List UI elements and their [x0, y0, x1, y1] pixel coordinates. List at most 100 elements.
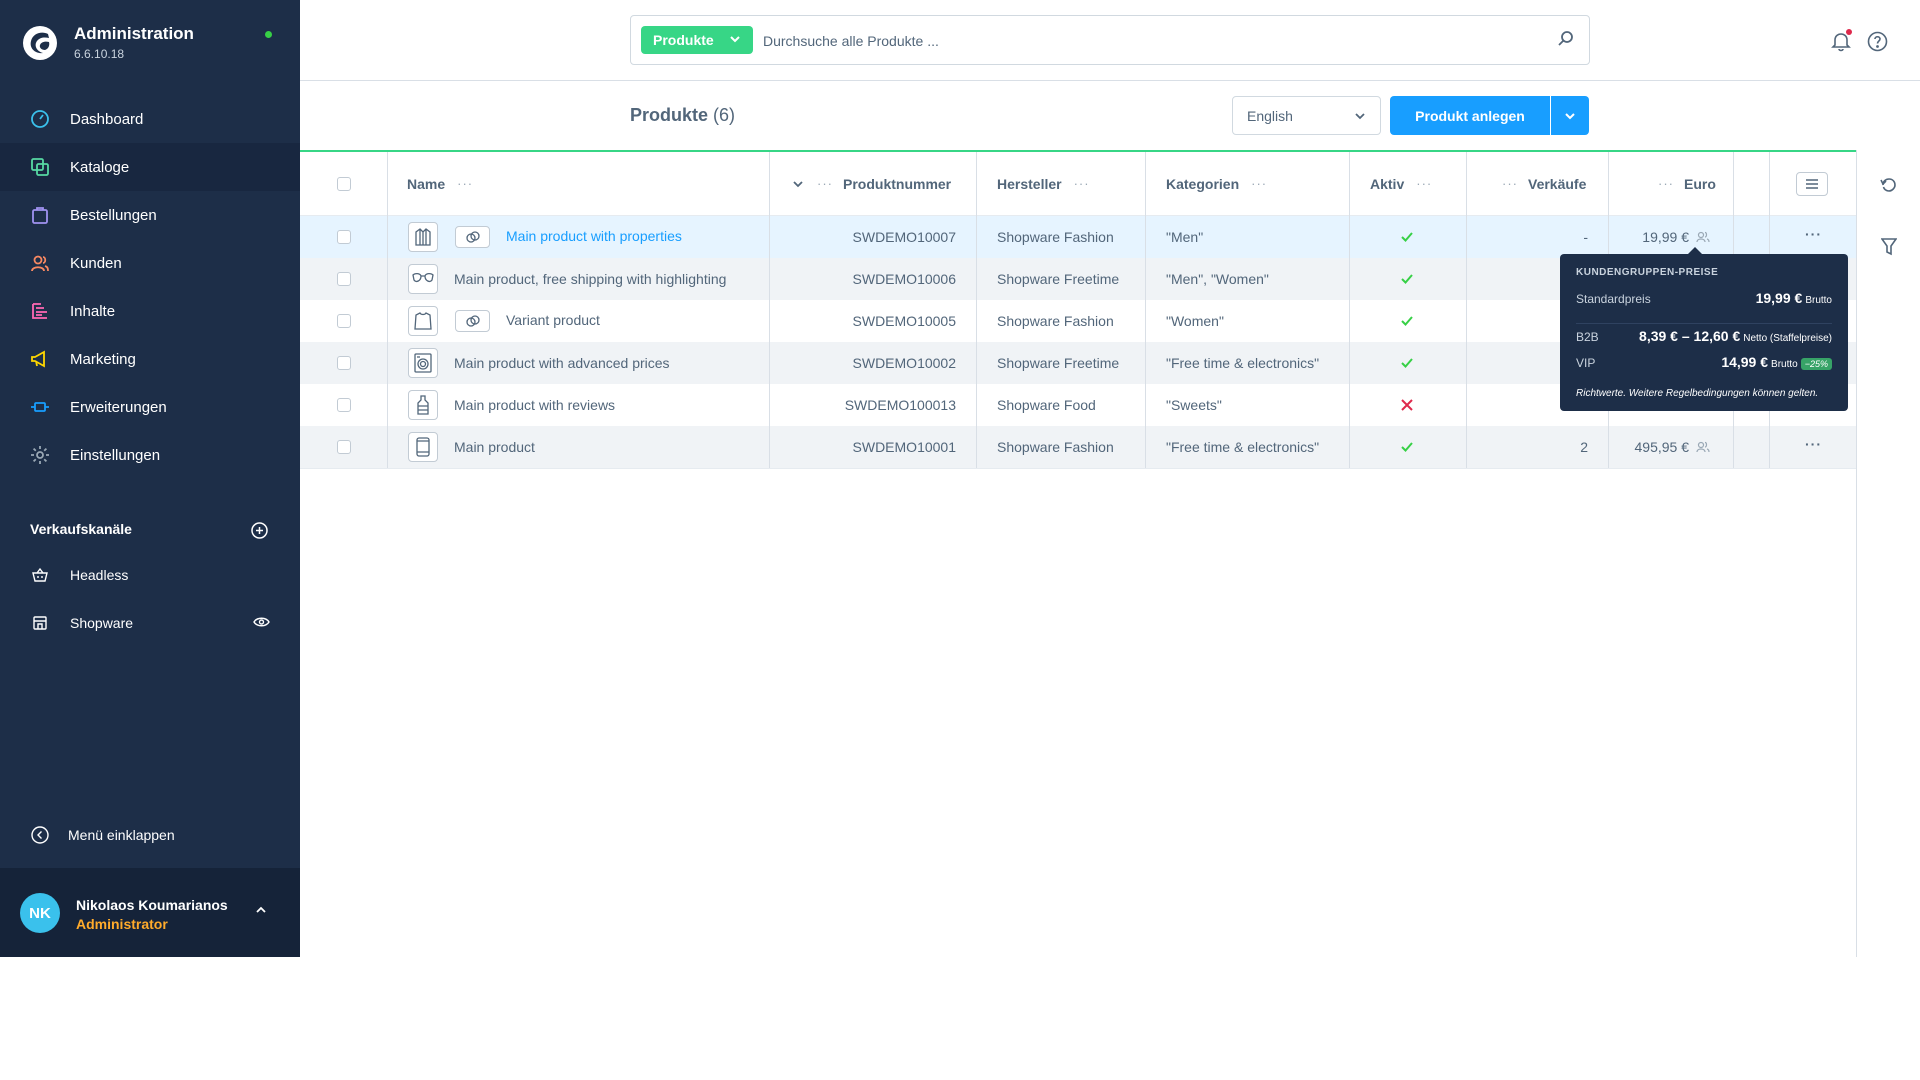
column-header-sales[interactable]: ··· Verkäufe — [1502, 152, 1586, 215]
refresh-icon[interactable] — [1880, 176, 1898, 194]
row-checkbox[interactable] — [337, 230, 351, 244]
admin-app: Administration 6.6.10.18 Dashboard Katal… — [0, 0, 1920, 957]
vip-suffix: Brutto — [1771, 359, 1798, 370]
column-divider — [1466, 152, 1467, 468]
sidebar-item-catalogs[interactable]: Kataloge — [0, 143, 300, 191]
product-name[interactable]: Variant product — [506, 312, 600, 328]
chevron-down-icon — [1565, 112, 1575, 119]
column-header-categories[interactable]: Kategorien ··· — [1166, 152, 1267, 215]
washer-icon[interactable] — [408, 348, 438, 378]
chevron-up-icon[interactable] — [255, 906, 267, 914]
create-product-button[interactable]: Produkt anlegen — [1390, 96, 1550, 135]
product-number: SWDEMO100013 — [844, 397, 956, 413]
sidebar-item-marketing[interactable]: Marketing — [0, 335, 300, 383]
table-bottom-divider — [300, 468, 1856, 469]
column-menu-icon[interactable]: ··· — [1658, 176, 1674, 191]
collapse-menu-button[interactable]: Menü einklappen — [30, 825, 175, 845]
categories: "Sweets" — [1166, 397, 1222, 413]
page-title: Produkte (6) — [630, 105, 735, 126]
column-menu-icon[interactable]: ··· — [1416, 176, 1432, 191]
storefront-icon — [30, 613, 50, 633]
user-profile[interactable]: NK Nikolaos Koumarianos Administrator — [0, 868, 300, 957]
phone-icon[interactable] — [408, 432, 438, 462]
column-menu-icon[interactable]: ··· — [817, 176, 833, 191]
product-name[interactable]: Main product — [454, 439, 535, 455]
row-checkbox[interactable] — [337, 356, 351, 370]
column-header-price[interactable]: ··· Euro — [1658, 152, 1716, 215]
sidebar-item-orders[interactable]: Bestellungen — [0, 191, 300, 239]
sales-channel-headless[interactable]: Headless — [0, 555, 300, 595]
column-header-label: Hersteller — [997, 175, 1062, 192]
categories: "Men" — [1166, 229, 1204, 245]
row-actions-button[interactable]: ··· — [1805, 226, 1822, 242]
check-icon — [1401, 442, 1413, 452]
row-checkbox[interactable] — [337, 314, 351, 328]
column-menu-icon[interactable]: ··· — [1502, 176, 1518, 191]
price: 495,95 € — [1634, 439, 1690, 455]
settings-icon — [30, 445, 50, 465]
sunglasses-icon[interactable] — [408, 264, 438, 294]
jacket-icon[interactable] — [408, 222, 438, 252]
sidebar-item-customers[interactable]: Kunden — [0, 239, 300, 287]
bottle-icon[interactable] — [408, 390, 438, 420]
shirt-icon[interactable] — [408, 306, 438, 336]
sidebar-item-dashboard[interactable]: Dashboard — [0, 95, 300, 143]
sidebar-item-label: Kataloge — [70, 158, 130, 176]
sales-channel-shopware[interactable]: Shopware — [0, 603, 300, 643]
marketing-icon — [30, 349, 50, 369]
row-checkbox[interactable] — [337, 272, 351, 286]
product-name[interactable]: Main product with reviews — [454, 397, 615, 413]
column-header-name[interactable]: Name ··· — [407, 152, 473, 215]
cross-icon — [1401, 399, 1413, 411]
sidebar-item-label: Einstellungen — [70, 446, 161, 464]
sidebar-item-settings[interactable]: Einstellungen — [0, 431, 300, 479]
search-icon[interactable] — [1557, 30, 1575, 48]
customer-group-icon[interactable] — [1696, 441, 1710, 453]
column-header-number[interactable]: ··· Produktnummer — [793, 152, 951, 215]
search-type-select[interactable]: Produkte — [641, 26, 753, 54]
b2b-label: B2B — [1576, 330, 1599, 344]
create-product-dropdown[interactable] — [1551, 96, 1589, 135]
column-menu-icon[interactable]: ··· — [1074, 176, 1090, 191]
column-header-label: Kategorien — [1166, 175, 1240, 192]
product-number: SWDEMO10002 — [852, 355, 956, 371]
tooltip-title: KUNDENGRUPPEN-PREISE — [1576, 267, 1719, 278]
language-select[interactable]: English — [1232, 96, 1381, 135]
search-type-label: Produkte — [653, 32, 714, 48]
row-actions-button[interactable]: ··· — [1805, 436, 1822, 452]
content-icon — [30, 301, 50, 321]
brand[interactable]: Administration 6.6.10.18 — [22, 24, 194, 61]
column-header-manufacturer[interactable]: Hersteller ··· — [997, 152, 1090, 215]
search-input[interactable] — [763, 30, 1523, 52]
column-settings-button[interactable] — [1796, 172, 1828, 196]
select-all-checkbox[interactable] — [337, 177, 351, 191]
product-name[interactable]: Main product with advanced prices — [454, 355, 670, 371]
add-sales-channel-icon[interactable] — [251, 522, 268, 539]
column-menu-icon[interactable]: ··· — [457, 176, 473, 191]
sidebar-item-content[interactable]: Inhalte — [0, 287, 300, 335]
catalog-icon — [30, 157, 50, 177]
product-name[interactable]: Main product, free shipping with highlig… — [454, 271, 726, 287]
customer-group-prices-tooltip: KUNDENGRUPPEN-PREISE Standardpreis 19,99… — [1560, 247, 1848, 411]
filter-icon[interactable] — [1881, 238, 1897, 256]
user-name: Nikolaos Koumarianos — [76, 897, 228, 913]
sales-channel-label: Shopware — [70, 615, 134, 631]
price: 19,99 € — [1642, 229, 1689, 245]
eye-icon[interactable] — [253, 615, 270, 629]
product-number: SWDEMO10006 — [852, 271, 956, 287]
page-title-text: Produkte — [630, 105, 709, 125]
column-menu-icon[interactable]: ··· — [1251, 176, 1267, 191]
check-icon — [1401, 358, 1413, 368]
column-header-active[interactable]: Aktiv ··· — [1370, 152, 1432, 215]
row-checkbox[interactable] — [337, 398, 351, 412]
help-icon[interactable] — [1867, 31, 1888, 52]
sidebar-item-label: Bestellungen — [70, 206, 157, 224]
user-role: Administrator — [76, 916, 168, 932]
brand-title: Administration — [74, 24, 194, 43]
product-name-link[interactable]: Main product with properties — [506, 228, 682, 244]
sidebar-item-extensions[interactable]: Erweiterungen — [0, 383, 300, 431]
check-icon — [1401, 274, 1413, 284]
row-checkbox[interactable] — [337, 440, 351, 454]
customer-group-icon[interactable] — [1696, 231, 1710, 243]
sidebar-item-label: Erweiterungen — [70, 398, 167, 416]
